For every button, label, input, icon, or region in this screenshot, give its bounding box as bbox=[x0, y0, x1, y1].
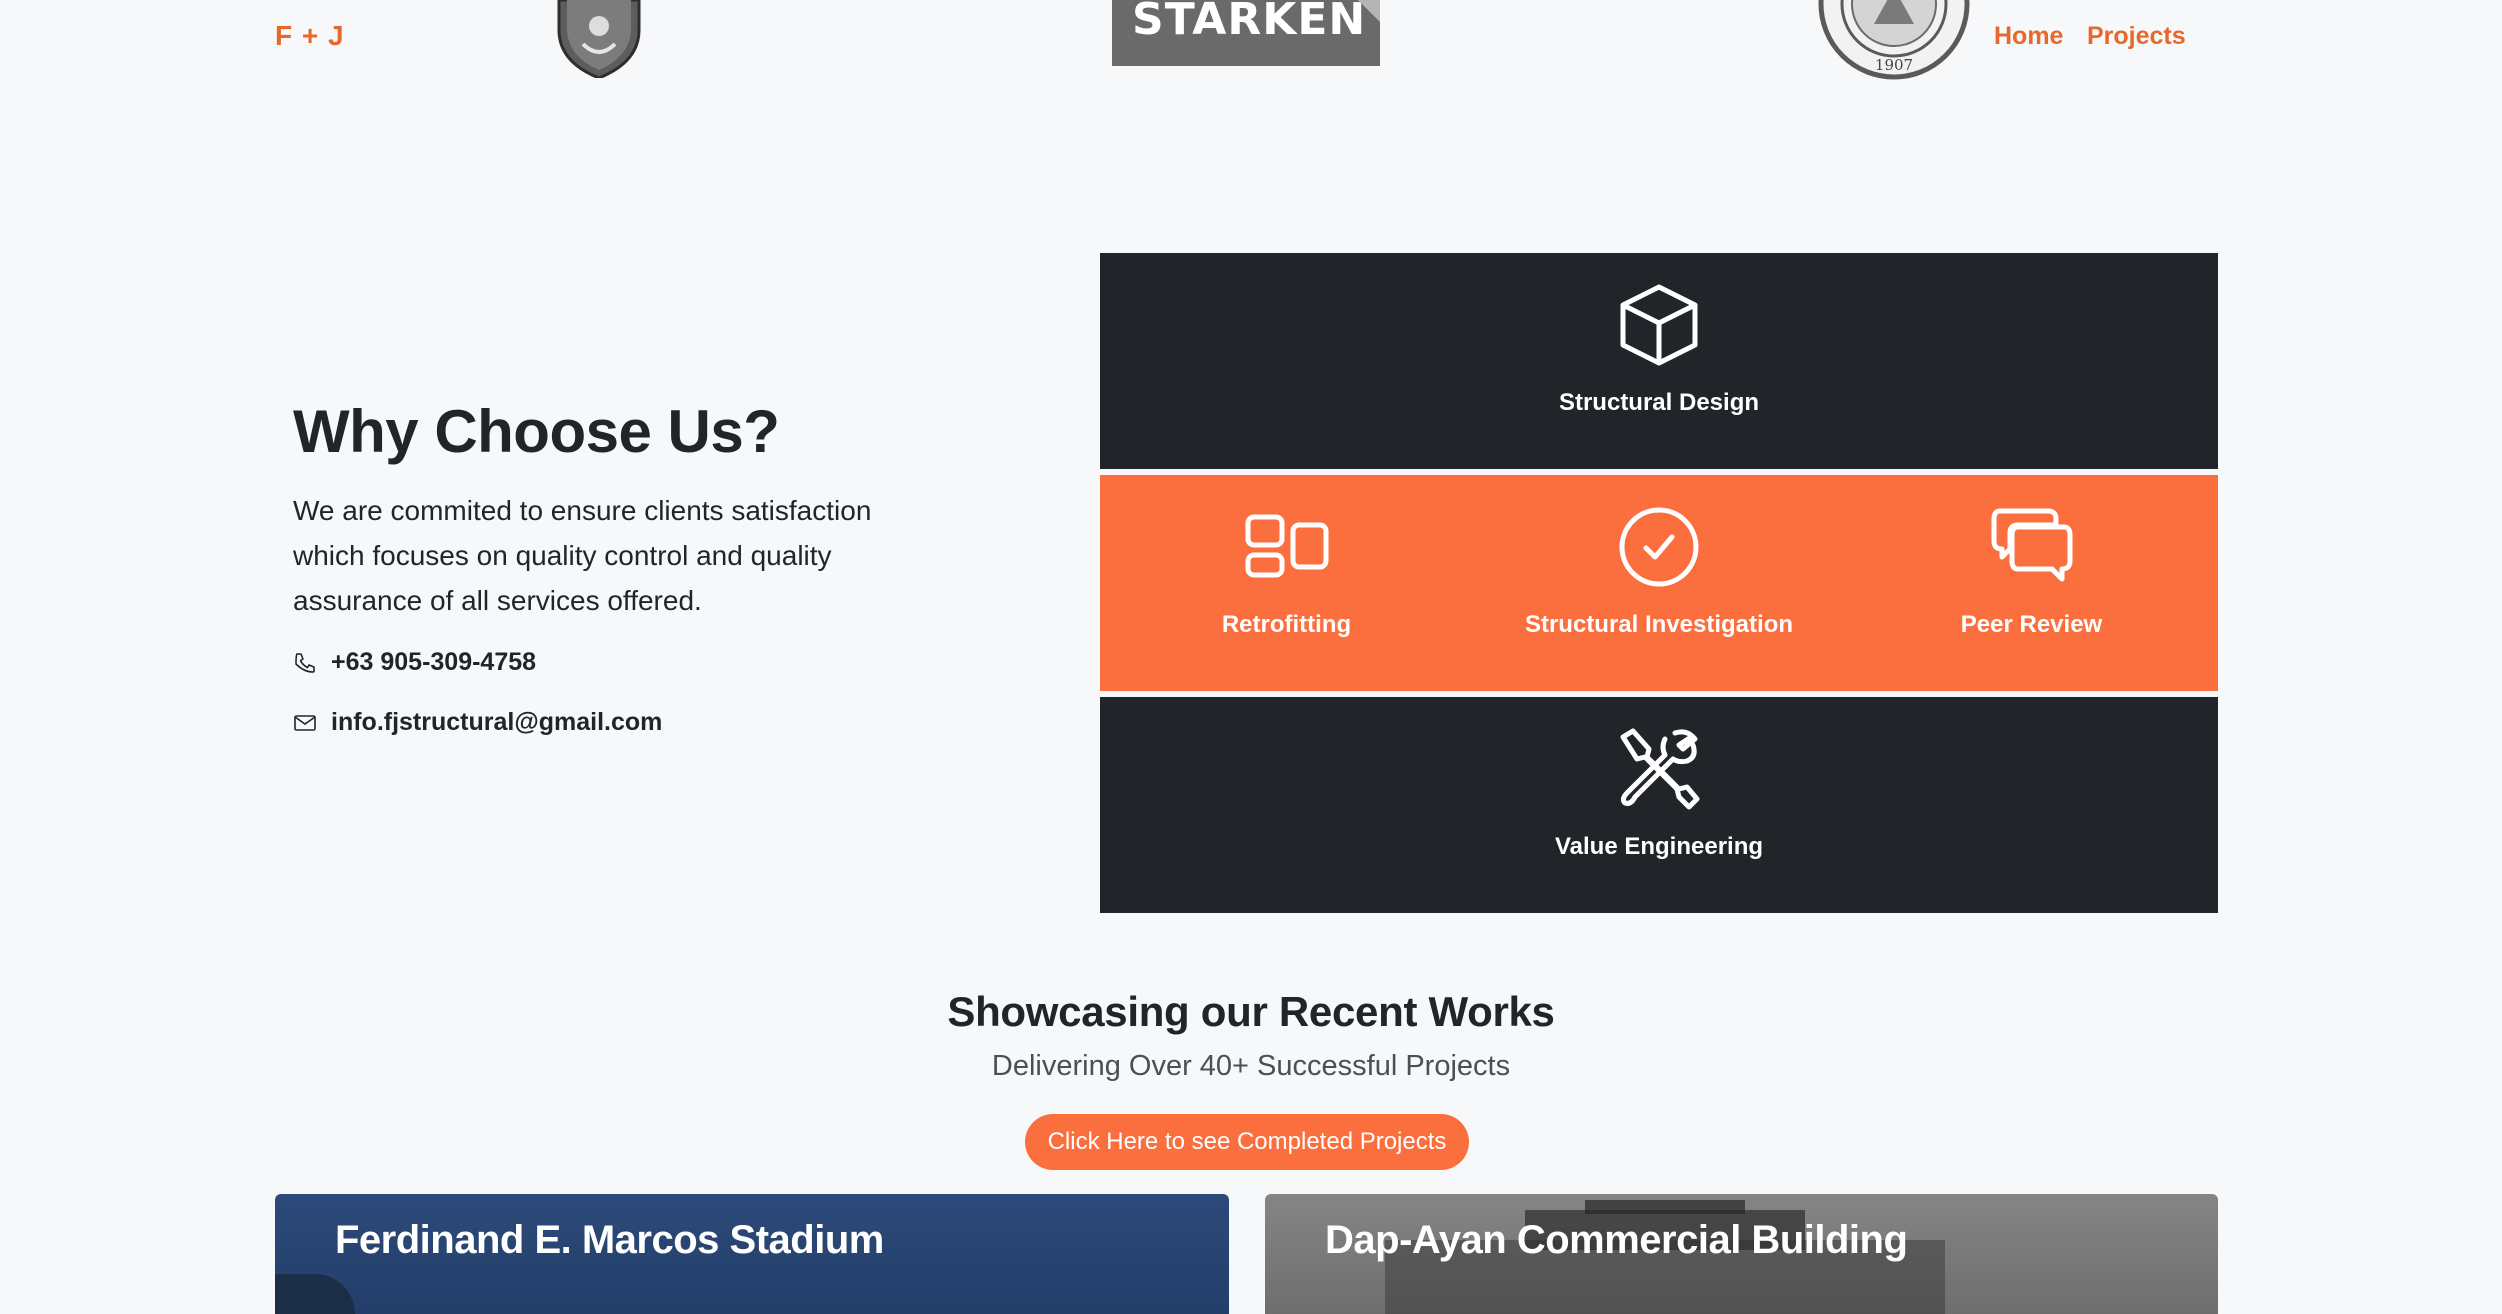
starken-logo-fold bbox=[1358, 0, 1380, 22]
service-peer-review[interactable]: Peer Review bbox=[1845, 475, 2218, 691]
project-card-title: Dap-Ayan Commercial Building bbox=[1325, 1218, 1908, 1262]
project-card-title: Ferdinand E. Marcos Stadium bbox=[335, 1218, 884, 1262]
contact-email[interactable]: info.fjstructural@gmail.com bbox=[293, 708, 662, 737]
service-structural-investigation[interactable]: Structural Investigation bbox=[1473, 475, 1845, 691]
service-row-value-engineering: Value Engineering bbox=[1100, 697, 2218, 913]
card-background-image bbox=[275, 1274, 355, 1314]
service-structural-design-label: Structural Design bbox=[1558, 389, 1760, 416]
box-icon bbox=[1620, 284, 1698, 366]
showcase-title: Showcasing our Recent Works bbox=[947, 988, 1555, 1035]
showcase-subtitle: Delivering Over 40+ Successful Projects bbox=[991, 1050, 1511, 1082]
service-structural-design[interactable]: Structural Design bbox=[1100, 253, 2218, 469]
seal-year: 1907 bbox=[1875, 56, 1913, 74]
why-choose-description: We are commited to ensure clients satisf… bbox=[293, 495, 872, 616]
nav-projects-link[interactable]: Projects bbox=[2087, 22, 2186, 51]
phone-icon bbox=[295, 652, 315, 673]
starken-logo: STÄRKEN bbox=[1112, 0, 1380, 66]
check-circle-icon bbox=[1619, 507, 1699, 587]
tools-icon bbox=[1620, 728, 1700, 810]
contact-phone-text: +63 905-309-4758 bbox=[331, 648, 537, 676]
service-value-engineering-label: Value Engineering bbox=[1554, 833, 1764, 860]
university-seal-logo: 1907 bbox=[1818, 0, 1970, 80]
project-card[interactable]: Dap-Ayan Commercial Building bbox=[1265, 1194, 2218, 1314]
contact-email-text: info.fjstructural@gmail.com bbox=[331, 708, 663, 736]
envelope-icon bbox=[294, 714, 316, 731]
service-row-structural-design: Structural Design bbox=[1100, 253, 2218, 469]
service-row-middle: Retrofitting Structural Investigation Pe… bbox=[1100, 475, 2218, 691]
completed-projects-button[interactable]: Click Here to see Completed Projects bbox=[1025, 1114, 1469, 1170]
layout-icon bbox=[1245, 514, 1328, 578]
project-card[interactable]: Ferdinand E. Marcos Stadium bbox=[275, 1194, 1229, 1314]
contact-phone[interactable]: +63 905-309-4758 bbox=[293, 648, 536, 677]
chat-bubbles-icon bbox=[1991, 508, 2072, 582]
crest-logo bbox=[557, 0, 641, 78]
service-retrofitting[interactable]: Retrofitting bbox=[1100, 475, 1473, 691]
starken-logo-text: STÄRKEN bbox=[1132, 0, 1367, 45]
service-peer-review-label: Peer Review bbox=[1960, 611, 2103, 638]
service-structural-investigation-label: Structural Investigation bbox=[1524, 611, 1794, 638]
brand-logo[interactable]: F + J bbox=[275, 20, 345, 52]
service-value-engineering[interactable]: Value Engineering bbox=[1100, 697, 2218, 913]
service-retrofitting-label: Retrofitting bbox=[1221, 611, 1352, 638]
nav-home-link[interactable]: Home bbox=[1994, 22, 2063, 51]
why-choose-title: Why Choose Us? bbox=[293, 398, 780, 465]
